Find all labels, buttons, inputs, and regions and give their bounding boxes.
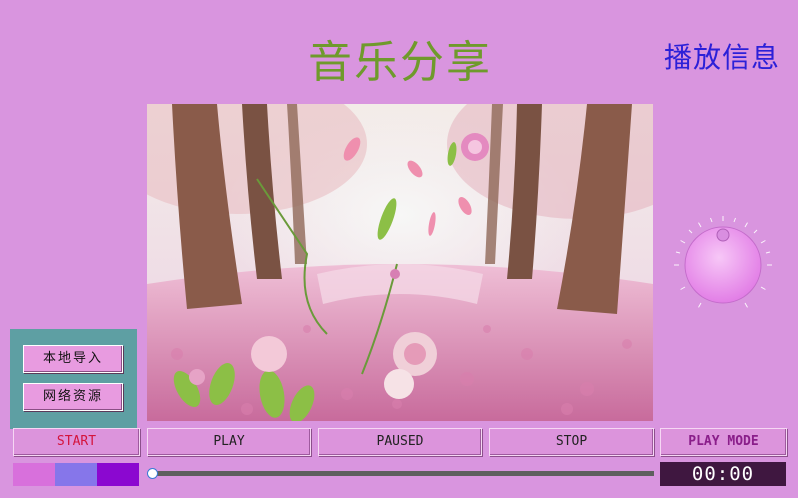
play-button[interactable]: PLAY (147, 428, 311, 456)
source-panel: 本地导入 网络资源 (10, 329, 137, 429)
time-display: 00:00 (660, 462, 786, 486)
playback-info-label: 播放信息 (664, 41, 781, 74)
swatch-blue[interactable] (55, 463, 97, 486)
seek-handle[interactable] (147, 468, 158, 479)
app-title: 音乐分享 (308, 37, 492, 88)
knob-icon (674, 216, 772, 308)
swatch-pink[interactable] (13, 463, 55, 486)
network-resources-button[interactable]: 网络资源 (23, 383, 123, 411)
swatch-purple[interactable] (97, 463, 139, 486)
paused-button[interactable]: PAUSED (318, 428, 482, 456)
album-artwork (147, 104, 653, 421)
stop-button[interactable]: STOP (489, 428, 654, 456)
play-mode-button[interactable]: PLAY MODE (660, 428, 787, 456)
start-button[interactable]: START (13, 428, 140, 456)
theme-color-swatches (13, 463, 139, 486)
local-import-button[interactable]: 本地导入 (23, 345, 123, 373)
seek-bar[interactable] (152, 471, 654, 476)
blossom-forest-image (147, 104, 653, 421)
volume-knob[interactable] (673, 215, 773, 315)
